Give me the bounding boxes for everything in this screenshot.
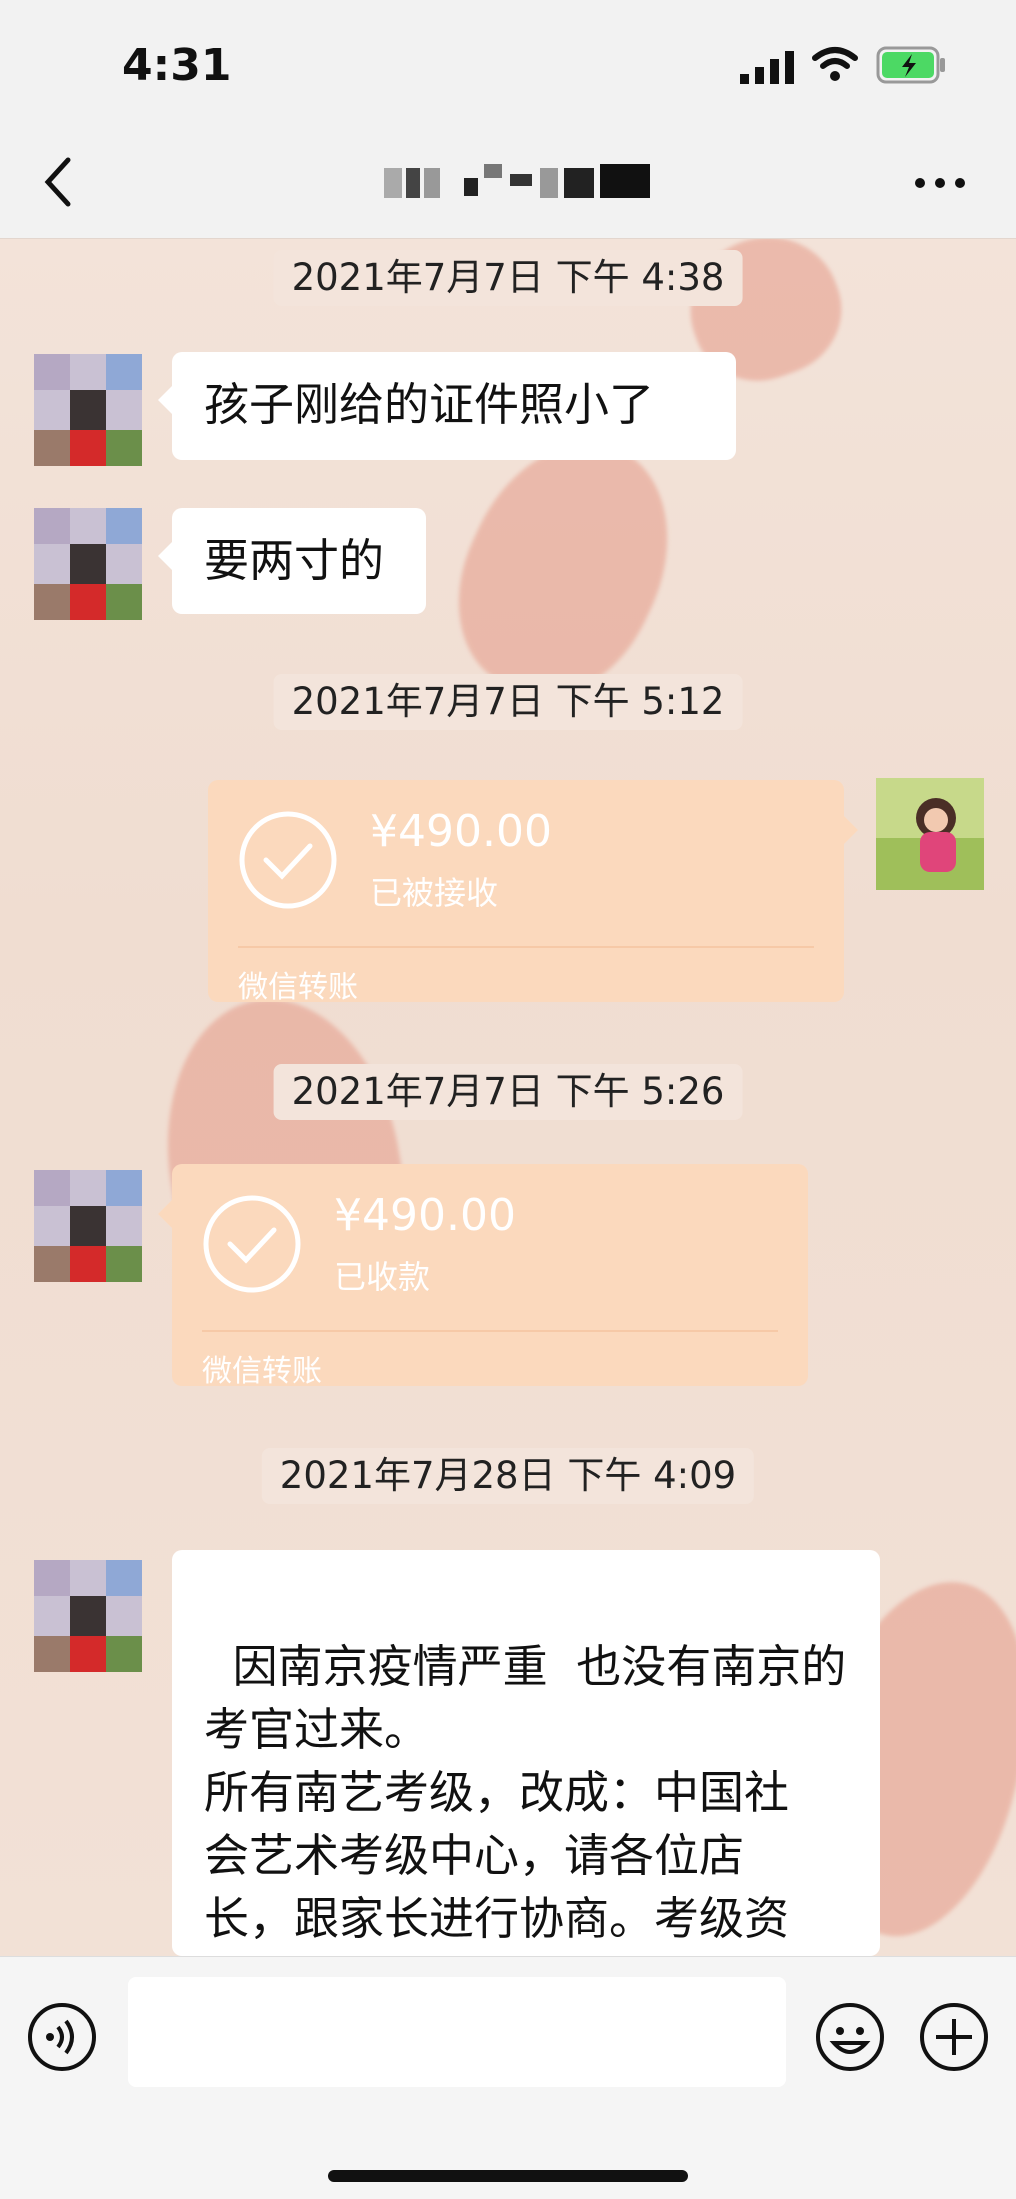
- battery-icon: [876, 46, 945, 84]
- status-bar: 4:31: [0, 0, 1016, 130]
- timestamp: 2021年7月7日 下午 4:38: [273, 250, 743, 306]
- transfer-status: 已收款: [334, 1258, 431, 1296]
- message-bubble[interactable]: 要两寸的: [158, 508, 426, 614]
- ellipsis-icon[interactable]: [910, 158, 970, 208]
- chevron-left-icon[interactable]: [38, 152, 78, 212]
- emoji-icon[interactable]: [814, 2001, 886, 2073]
- nav-bar: [0, 130, 1016, 239]
- transfer-label: 微信转账: [202, 1354, 322, 1389]
- message-text: 要两寸的: [204, 534, 385, 587]
- message-text: 孩子刚给的证件照小了: [204, 378, 655, 431]
- divider: [202, 1330, 778, 1332]
- message-text: 因南京疫情严重 也没有南京的 考官过来。 所有南艺考级，改成：中国社 会艺术考级…: [204, 1640, 847, 1956]
- transfer-card-received[interactable]: ¥490.00 已收款 微信转账: [158, 1164, 808, 1389]
- message-bubble[interactable]: 因南京疫情严重 也没有南京的 考官过来。 所有南艺考级，改成：中国社 会艺术考级…: [172, 1550, 880, 1956]
- timestamp: 2021年7月28日 下午 4:09: [261, 1448, 755, 1504]
- my-avatar[interactable]: [876, 778, 984, 890]
- transfer-label: 微信转账: [238, 970, 358, 1005]
- avatar[interactable]: [34, 1170, 142, 1282]
- wifi-icon: [812, 47, 858, 81]
- signal-icon: [740, 51, 794, 84]
- message-input[interactable]: [128, 1977, 786, 2087]
- transfer-card-sent[interactable]: ¥490.00 已被接收 微信转账: [208, 780, 858, 1005]
- transfer-status: 已被接收: [370, 874, 499, 912]
- plus-icon[interactable]: [918, 2001, 990, 2073]
- contact-name-mosaic: [384, 164, 650, 198]
- input-bar: [0, 1956, 1016, 2199]
- avatar[interactable]: [34, 1560, 142, 1672]
- avatar[interactable]: [34, 508, 142, 620]
- check-circle-icon: [203, 1195, 301, 1293]
- timestamp: 2021年7月7日 下午 5:12: [273, 674, 743, 730]
- divider: [238, 946, 814, 948]
- home-indicator: [328, 2170, 688, 2182]
- avatar[interactable]: [34, 354, 142, 466]
- transfer-amount: ¥490.00: [370, 806, 552, 857]
- check-circle-icon: [239, 811, 337, 909]
- transfer-amount: ¥490.00: [334, 1190, 516, 1241]
- timestamp: 2021年7月7日 下午 5:26: [273, 1064, 743, 1120]
- voice-icon[interactable]: [26, 2001, 98, 2073]
- status-time: 4:31: [122, 40, 232, 91]
- message-bubble[interactable]: 孩子刚给的证件照小了: [158, 352, 736, 460]
